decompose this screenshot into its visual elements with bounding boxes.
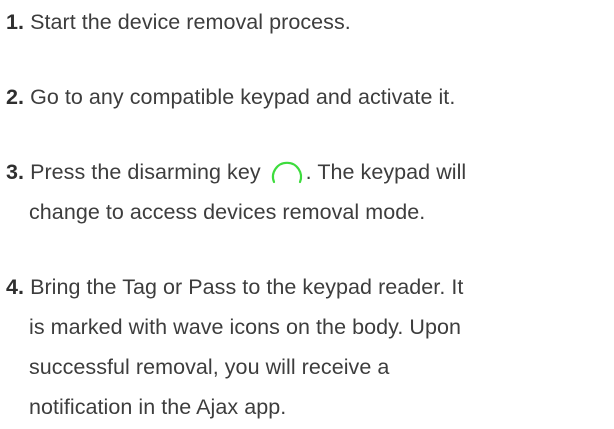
step-text: Bring the Tag or Pass to the keypad read… [30,275,464,299]
step-1: 1. Start the device removal process. [6,2,612,42]
step-text: Go to any compatible keypad and activate… [30,85,456,109]
step-line: successful removal, you will receive a [6,347,612,387]
disarm-key-icon [269,153,305,189]
step-number: 3. [6,160,25,184]
step-number: 2. [6,85,25,109]
step-2: 2. Go to any compatible keypad and activ… [6,77,612,117]
step-line: notification in the Ajax app. [6,387,612,427]
step-line: change to access devices removal mode. [6,192,612,232]
step-line: 3. Press the disarming key . The keypad … [6,152,612,192]
step-text: change to access devices removal mode. [29,200,426,224]
step-line: 4. Bring the Tag or Pass to the keypad r… [6,267,612,307]
step-number: 1. [6,10,25,34]
step-3: 3. Press the disarming key . The keypad … [6,152,612,232]
step-4: 4. Bring the Tag or Pass to the keypad r… [6,267,612,427]
step-text: Press the disarming key [30,160,261,184]
step-text: notification in the Ajax app. [29,395,287,419]
step-text: . The keypad will [305,160,467,184]
step-line: is marked with wave icons on the body. U… [6,307,612,347]
step-text: is marked with wave icons on the body. U… [29,315,461,339]
step-text: successful removal, you will receive a [29,355,390,379]
step-text: Start the device removal process. [30,10,351,34]
step-number: 4. [6,275,25,299]
